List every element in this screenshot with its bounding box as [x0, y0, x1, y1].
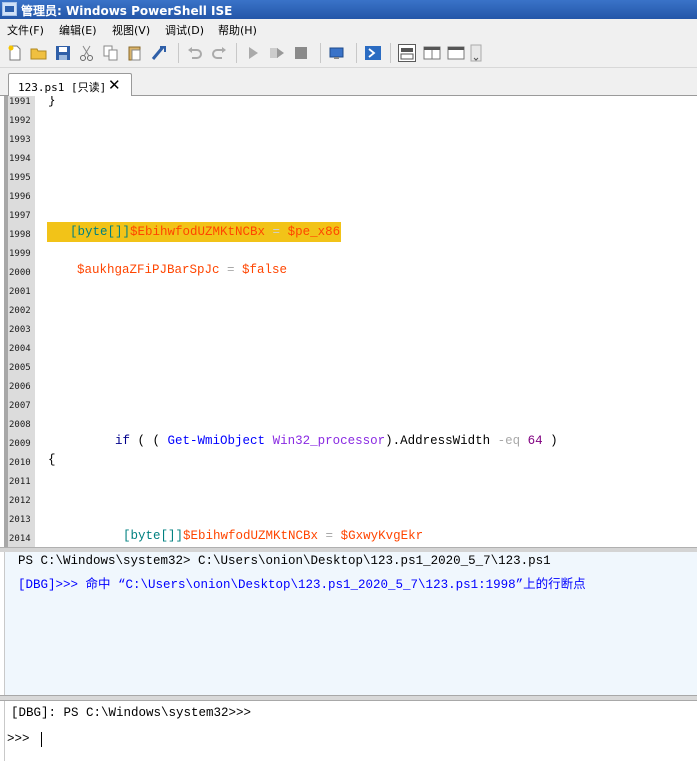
line-number: 1998: [9, 230, 31, 240]
line-number: 2008: [9, 420, 31, 430]
menu-file[interactable]: 文件(F): [7, 22, 44, 38]
powershell-app-icon: [2, 2, 17, 16]
tab-123-ps1[interactable]: 123.ps1 [只读] ✕: [8, 73, 132, 97]
toolbar-separator: [356, 43, 357, 63]
output-pane[interactable]: PS C:\Windows\system32> C:\Users\onion\D…: [4, 552, 697, 695]
line-number: 2000: [9, 268, 31, 278]
tab-strip: 123.ps1 [只读] ✕: [0, 68, 697, 97]
line-number: 1994: [9, 154, 31, 164]
window-title: 管理员: Windows PowerShell ISE: [21, 4, 233, 18]
close-icon[interactable]: ✕: [108, 76, 121, 94]
clear-icon[interactable]: [150, 44, 168, 62]
line-number: 2007: [9, 401, 31, 411]
menu-view[interactable]: 视图(V): [112, 22, 150, 38]
layout-max-icon[interactable]: [447, 44, 465, 62]
paste-icon[interactable]: [126, 44, 144, 62]
menu-debug[interactable]: 调试(D): [165, 22, 204, 38]
code-line-2000: $aukhgaZFiPJBarSpJc = $false: [77, 263, 288, 277]
undo-icon[interactable]: [186, 44, 204, 62]
code-line-2009: if ( ( Get-WmiObject Win32_processor).Ad…: [115, 434, 558, 448]
toolbar-separator: [236, 43, 237, 63]
tab-label: 123.ps1 [只读]: [18, 81, 107, 94]
code-line-1991: }: [48, 96, 56, 108]
line-number: 1991: [9, 97, 31, 107]
gutter-edge: [4, 96, 8, 547]
run-selection-icon[interactable]: [268, 44, 286, 62]
menu-edit[interactable]: 编辑(E): [59, 22, 97, 38]
line-number: 2006: [9, 382, 31, 392]
output-line-breakpoint-hit: [DBG]>>> 命中 “C:\Users\onion\Desktop\123.…: [18, 578, 586, 592]
line-number: 2001: [9, 287, 31, 297]
code-line-2010: {: [48, 453, 56, 467]
line-number: 1997: [9, 211, 31, 221]
open-icon[interactable]: [30, 44, 48, 62]
line-number: 1995: [9, 173, 31, 183]
line-number: 2002: [9, 306, 31, 316]
line-number: 2014: [9, 534, 31, 544]
line-number: 1996: [9, 192, 31, 202]
toolbar-separator: [390, 43, 391, 63]
overflow-icon[interactable]: [470, 44, 482, 62]
run-icon[interactable]: [244, 44, 262, 62]
code-line-2014: [byte[]]$EbihwfodUZMKtNCBx = $GxwyKvgEkr: [123, 529, 424, 543]
line-number: 2004: [9, 344, 31, 354]
toolbar: [0, 39, 697, 68]
line-number: 2003: [9, 325, 31, 335]
line-number: 1992: [9, 116, 31, 126]
cut-icon[interactable]: [78, 44, 96, 62]
toolbar-separator: [320, 43, 321, 63]
powershell-icon[interactable]: [364, 44, 382, 62]
save-icon[interactable]: [54, 44, 72, 62]
line-number: 2013: [9, 515, 31, 525]
layout-top-icon[interactable]: [398, 44, 416, 62]
line-number: 2010: [9, 458, 31, 468]
script-editor[interactable]: 1991 1992 1993 1994 1995 1996 1997 1998 1999 2000…: [0, 96, 697, 547]
line-number: 2009: [9, 439, 31, 449]
menu-bar: 文件(F) 编辑(E) 视图(V) 调试(D) 帮助(H): [0, 19, 697, 39]
menu-help[interactable]: 帮助(H): [218, 22, 257, 38]
text-caret: [41, 732, 42, 747]
line-number: 1993: [9, 135, 31, 145]
output-line-command: PS C:\Windows\system32> C:\Users\onion\D…: [18, 554, 551, 568]
copy-icon[interactable]: [102, 44, 120, 62]
line-number: 2005: [9, 363, 31, 373]
toolbar-separator: [178, 43, 179, 63]
line-number: 1999: [9, 249, 31, 259]
new-icon[interactable]: [6, 44, 24, 62]
redo-icon[interactable]: [210, 44, 228, 62]
title-bar: 管理员: Windows PowerShell ISE: [0, 0, 697, 19]
layout-right-icon[interactable]: [423, 44, 441, 62]
line-number: 2012: [9, 496, 31, 506]
remote-icon[interactable]: [328, 44, 346, 62]
line-number: 2011: [9, 477, 31, 487]
console-prompt: [DBG]: PS C:\Windows\system32>>>: [11, 706, 252, 720]
stop-icon[interactable]: [292, 44, 310, 62]
code-line-1998: [byte[]]$EbihwfodUZMKtNCBx = $pe_x86: [70, 225, 341, 239]
console-input-prompt: >>>: [7, 732, 38, 746]
console-pane[interactable]: [DBG]: PS C:\Windows\system32>>> >>>: [4, 701, 697, 761]
